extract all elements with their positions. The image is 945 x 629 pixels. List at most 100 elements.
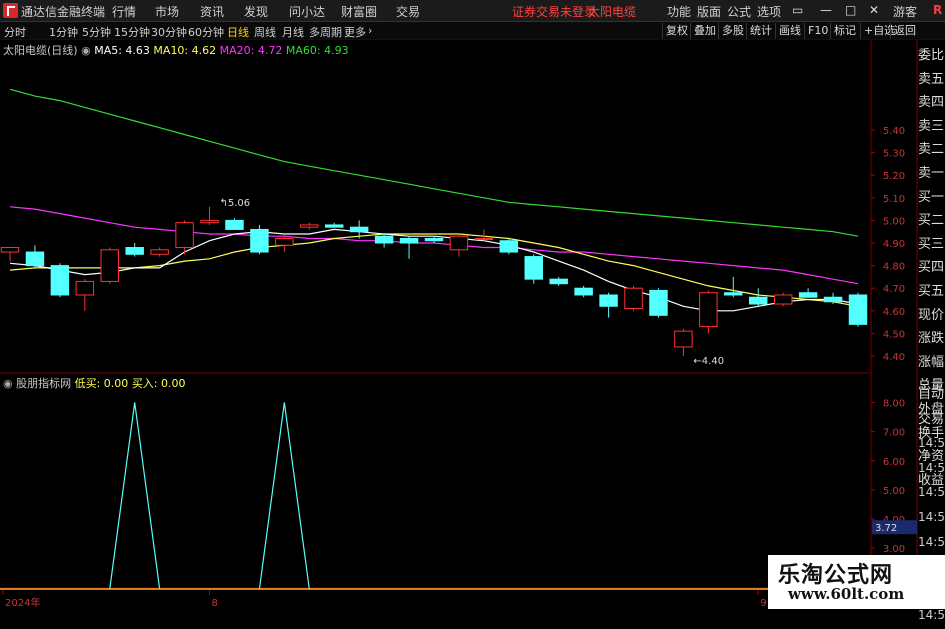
value-marker-label: 3.72 [875,523,897,534]
btn-back[interactable]: 返回 [890,23,919,39]
close-icon[interactable]: ✕ [869,3,879,17]
sidebar-label: 委比 [918,48,945,63]
price-annotation: ↰5.06 [220,198,251,209]
candle [50,263,70,298]
x-tick-label: 2024年 [5,596,40,609]
candle [699,290,718,334]
sub-y-tick-label: 8.00 [883,398,905,409]
btn-mark[interactable]: 标记 [830,23,859,39]
period-15min[interactable]: 15分钟 [114,24,150,40]
menu-options[interactable]: 选项 [757,3,781,20]
y-tick-label: 5.40 [883,126,905,137]
candle-body [275,237,294,246]
window-icon[interactable]: ▭ [792,3,803,17]
period-toolbar: 分时 1分钟 5分钟 15分钟 30分钟 60分钟 日线 周线 月线 多周期 更… [0,22,945,40]
candle [225,218,244,230]
trade-login-warning[interactable]: 证券交易未登录 [512,3,596,20]
menu-quotes[interactable]: 行情 [112,3,136,20]
sidebar-label: 卖五 [918,71,945,87]
sidebar-label: 卖三 [918,118,945,134]
candle-body [749,296,768,305]
btn-draw[interactable]: 画线 [775,23,804,39]
menu-trade[interactable]: 交易 [396,3,420,20]
btn-multistock[interactable]: 多股 [718,23,747,39]
minimize-icon[interactable]: — [820,3,832,17]
menu-function[interactable]: 功能 [667,3,691,20]
candle [0,247,20,262]
period-60min[interactable]: 60分钟 [188,24,224,40]
period-weekly[interactable]: 周线 [254,24,276,40]
tick-time: 14:56 [918,485,945,500]
candle [499,238,519,255]
candle-body [0,247,20,253]
candle-body [848,294,868,325]
x-tick-label: 9 [760,598,766,609]
period-1min[interactable]: 1分钟 [49,24,78,40]
candle-body [574,287,593,296]
sidebar-label: 卖四 [918,95,945,111]
candle-body [100,249,119,282]
sidebar-label: 买三 [918,236,945,252]
period-multi[interactable]: 多周期 [309,24,342,40]
candle-body [649,289,668,316]
maximize-icon[interactable]: □ [845,3,856,17]
period-timeshare[interactable]: 分时 [4,24,26,40]
period-5min[interactable]: 5分钟 [82,24,111,40]
candle [125,243,144,257]
candle-body [599,294,618,307]
y-tick-label: 4.70 [883,284,905,295]
menu-layout[interactable]: 版面 [697,3,721,20]
more-arrow-icon[interactable]: › [368,24,372,37]
menu-wealth[interactable]: 财富圈 [341,3,377,20]
candle [798,288,818,298]
candle-body [300,224,319,228]
menu-formula[interactable]: 公式 [727,3,751,20]
tick-time: 14:56 [918,460,945,475]
candle-body [50,265,70,296]
menu-ask[interactable]: 问小达 [289,3,325,20]
btn-stats[interactable]: 统计 [746,23,775,39]
candle [724,276,743,298]
candle-body [499,240,519,253]
y-tick-label: 5.00 [883,216,905,227]
sidebar-label: 买五 [918,283,945,299]
menu-market[interactable]: 市场 [155,3,179,20]
period-more[interactable]: 更多 [344,24,366,40]
candle-body [349,226,369,233]
ma60-line [9,88,859,237]
candle-body [325,224,344,228]
sidebar-label: 买一 [918,189,945,205]
period-monthly[interactable]: 月线 [282,24,304,40]
candle [599,292,618,318]
candle-body [399,237,419,244]
chart-canvas[interactable]: ↰5.06 ←4.40 4.40 4.50 4.60 4.70 4.80 4.90 5.00 5… [0,40,918,609]
app-title: 通达信金融终端 [21,5,106,19]
sidebar-label: 买四 [918,260,945,276]
candle [150,247,169,257]
candle-body [474,237,494,240]
sub-y-tick-label: 7.00 [883,428,905,439]
menu-news[interactable]: 资讯 [200,3,224,20]
period-daily[interactable]: 日线 [227,24,249,40]
sidebar-label: 涨跌 [918,331,945,347]
candle [773,292,793,307]
candle-body [823,296,843,303]
btn-adjust[interactable]: 复权 [662,23,691,39]
candle [624,285,643,311]
btn-overlay[interactable]: 叠加 [690,23,719,39]
btn-f10[interactable]: F10 [804,23,831,39]
sub-y-tick-label: 6.00 [883,457,905,468]
period-30min[interactable]: 30分钟 [151,24,187,40]
candle-body [25,251,45,267]
menu-discover[interactable]: 发现 [244,3,268,20]
candle-body [225,219,244,230]
candle-body [524,256,543,280]
candle-body [699,292,718,328]
candle-body [773,294,793,305]
sidebar-label: 买二 [918,213,945,229]
tick-time: 交易 [918,411,945,427]
candle [399,236,419,259]
guest-label[interactable]: 游客 [893,3,917,20]
candle [549,276,568,286]
stock-link[interactable]: 太阳电缆 [588,3,636,20]
